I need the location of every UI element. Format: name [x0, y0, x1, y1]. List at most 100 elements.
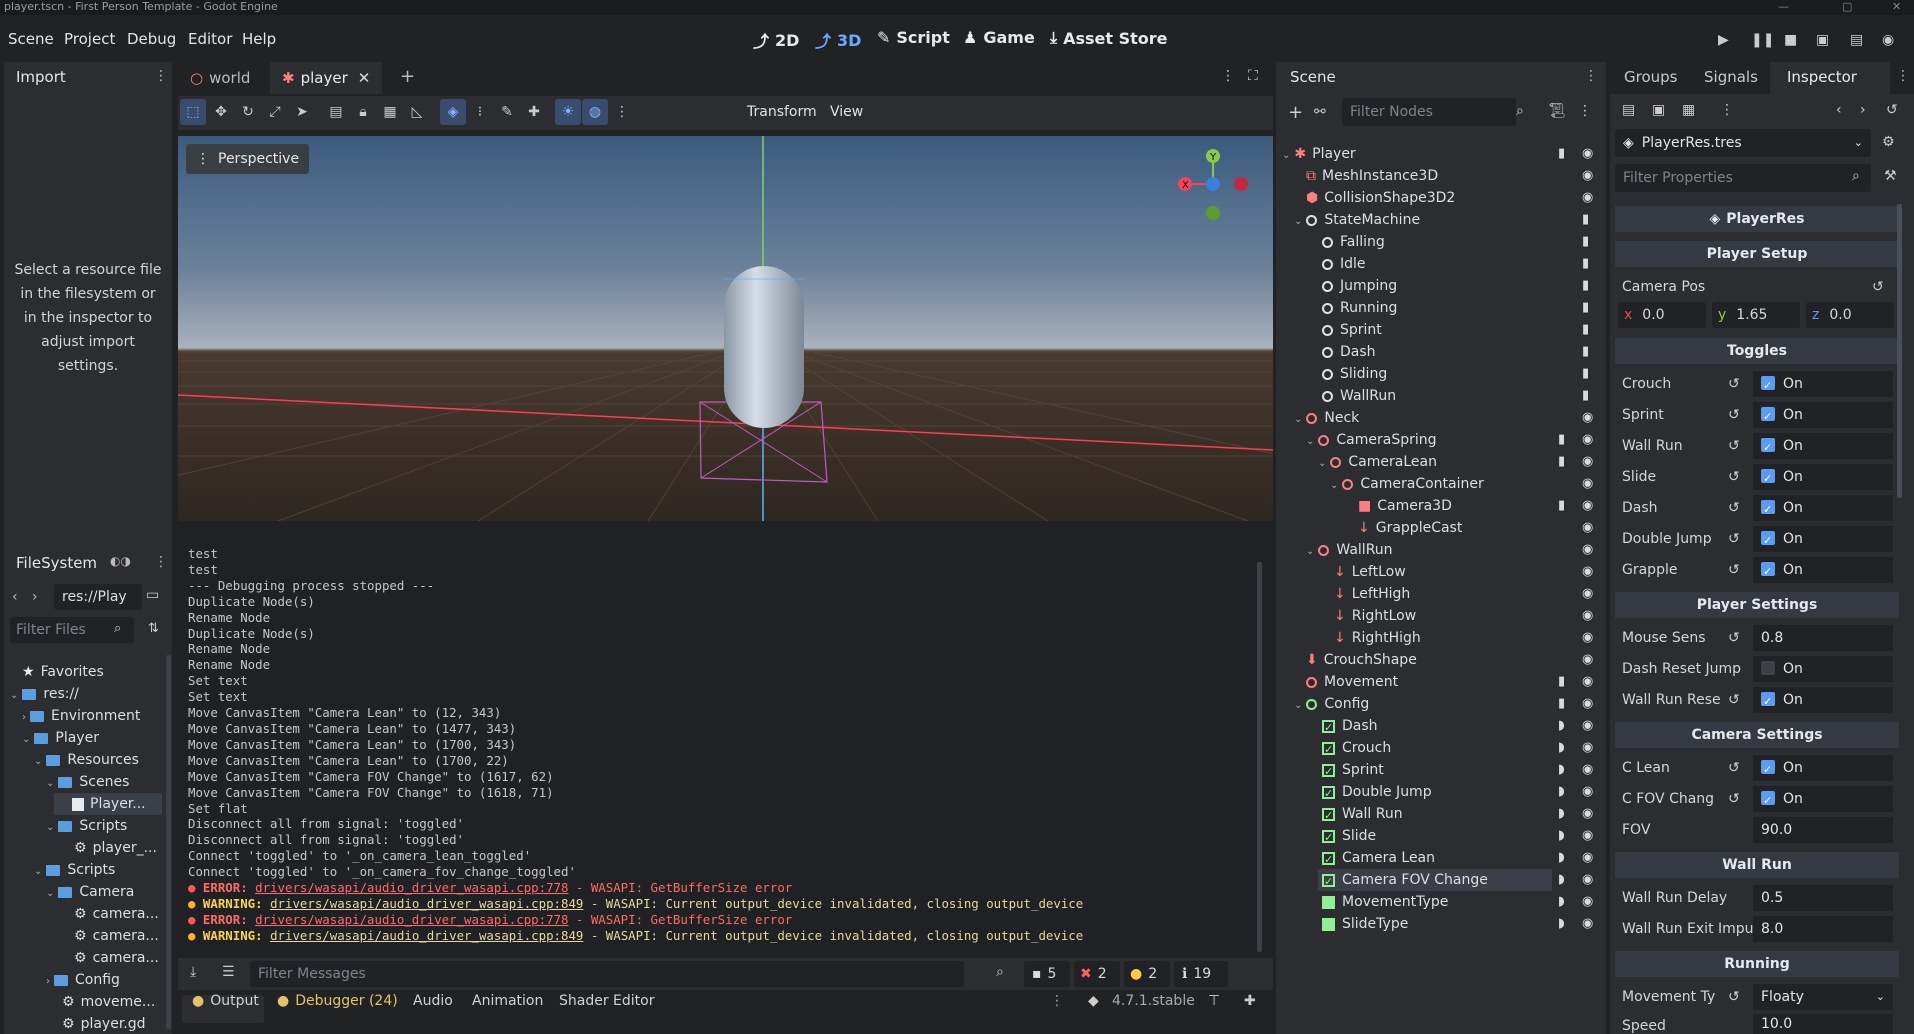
tree-node-running[interactable]: Running: [1322, 297, 1397, 319]
copy-output-icon[interactable]: ☰: [222, 964, 235, 980]
info-filter-toggle[interactable]: ℹ 19: [1174, 961, 1228, 987]
tree-node-movement[interactable]: Movement: [1306, 671, 1398, 693]
history-icon[interactable]: ↺: [1886, 102, 1898, 118]
fs-item-res[interactable]: ⌄ res://: [10, 683, 79, 705]
tree-node-config-slide[interactable]: Slide: [1322, 825, 1376, 849]
tree-node-crouchshape[interactable]: ⬇ CrouchShape: [1306, 649, 1417, 671]
script-icon[interactable]: ▮: [1558, 454, 1565, 469]
workspace-3d-button[interactable]: ⤴ 3D: [815, 28, 861, 52]
tree-node-config-dash[interactable]: Dash: [1322, 715, 1378, 739]
camera-pos-x-field[interactable]: x 0.0: [1618, 302, 1706, 328]
warnings-filter-toggle[interactable]: ● 2: [1124, 961, 1170, 987]
script-icon[interactable]: ▮: [1558, 498, 1565, 513]
visibility-eye-icon[interactable]: ◉: [1582, 564, 1593, 579]
more-icon[interactable]: ⋮: [609, 99, 635, 125]
close-icon[interactable]: ✕: [358, 69, 371, 87]
visibility-eye-icon[interactable]: ◉: [1582, 674, 1593, 689]
filesystem-path-field[interactable]: res://Play: [54, 584, 142, 610]
revert-icon[interactable]: ↺: [1728, 500, 1740, 516]
signal-icon[interactable]: ◗: [1558, 718, 1565, 733]
prop-doublejump-toggle[interactable]: On: [1753, 526, 1893, 554]
stop-icon[interactable]: ■: [1784, 32, 1797, 48]
script-icon[interactable]: ▮: [1582, 278, 1589, 293]
tab-shader-editor[interactable]: Shader Editor: [559, 993, 654, 1009]
new-resource-icon[interactable]: ▤: [1622, 102, 1635, 118]
fs-item-player-script[interactable]: ⚙ player_...: [74, 837, 157, 859]
open-folder-icon[interactable]: ▣: [1652, 102, 1665, 118]
fs-item-camera[interactable]: ⌄ Camera: [46, 881, 134, 903]
history-forward-icon[interactable]: ›: [1860, 102, 1866, 118]
visibility-eye-icon[interactable]: ◉: [1582, 850, 1593, 865]
tree-node-statemachine[interactable]: ⌄ StateMachine: [1294, 209, 1420, 231]
player-capsule[interactable]: [724, 266, 804, 428]
import-tab[interactable]: Import: [16, 68, 66, 86]
tree-node-jumping[interactable]: Jumping: [1322, 275, 1397, 297]
pin-icon[interactable]: ✚: [521, 99, 547, 125]
visibility-eye-icon[interactable]: ◉: [1582, 168, 1593, 183]
signal-icon[interactable]: ◗: [1558, 894, 1565, 909]
visibility-eye-icon[interactable]: ◉: [1582, 696, 1593, 711]
tree-node-dash[interactable]: Dash: [1322, 341, 1376, 363]
add-tab-icon[interactable]: +: [400, 66, 415, 87]
visibility-eye-icon[interactable]: ◉: [1582, 520, 1593, 535]
more-icon[interactable]: ⋮: [1578, 103, 1592, 119]
dock-menu-icon[interactable]: ⋮: [154, 554, 168, 570]
tab-player[interactable]: ✱ player ✕: [270, 62, 383, 94]
attach-script-icon[interactable]: 📜︎: [1548, 103, 1566, 119]
menu-project[interactable]: Project: [64, 30, 115, 48]
object-properties-icon[interactable]: ⚙: [1882, 134, 1895, 150]
environment-preview-icon[interactable]: ◍: [582, 99, 608, 125]
layout-icon[interactable]: ⊤: [1208, 993, 1220, 1009]
move-mode-icon[interactable]: ✥: [208, 99, 234, 125]
tree-node-config-slidetype[interactable]: SlideType: [1322, 913, 1408, 935]
group-icon[interactable]: ▦: [377, 99, 403, 125]
visibility-eye-icon[interactable]: ◉: [1582, 608, 1593, 623]
visibility-eye-icon[interactable]: ◉: [1582, 740, 1593, 755]
signal-icon[interactable]: ◗: [1558, 740, 1565, 755]
fs-item-favorites[interactable]: ★ Favorites: [22, 661, 104, 683]
revert-icon[interactable]: ↺: [1728, 469, 1740, 485]
tab-signals[interactable]: Signals: [1704, 68, 1758, 86]
dock-menu-icon[interactable]: ⋮: [1896, 68, 1910, 84]
fs-item-player[interactable]: ⌄ Player: [22, 727, 99, 749]
workspace-game-button[interactable]: ♟ Game: [963, 28, 1035, 47]
revert-icon[interactable]: ↺: [1728, 407, 1740, 423]
visibility-eye-icon[interactable]: ◉: [1582, 542, 1593, 557]
visibility-eye-icon[interactable]: ◉: [1582, 718, 1593, 733]
tree-node-rightlow[interactable]: ↓ RightLow: [1334, 605, 1416, 627]
tree-node-config-doublejump[interactable]: Double Jump: [1322, 781, 1432, 805]
fs-item-scripts-folder[interactable]: ⌄ Scripts: [34, 859, 115, 881]
visibility-eye-icon[interactable]: ◉: [1582, 828, 1593, 843]
workspace-script-button[interactable]: ✎ Script: [877, 28, 950, 47]
tree-node-player[interactable]: ⌄ ✱ Player: [1282, 143, 1356, 165]
select-mode-icon[interactable]: ⬚: [180, 99, 206, 125]
prop-dashreset-toggle[interactable]: On: [1753, 656, 1893, 682]
prop-mousesens-field[interactable]: 0.8: [1753, 625, 1893, 651]
revert-icon[interactable]: ↺: [1728, 531, 1740, 547]
visibility-eye-icon[interactable]: ◉: [1582, 476, 1593, 491]
script-icon[interactable]: ▮: [1582, 388, 1589, 403]
revert-icon[interactable]: ↺: [1728, 989, 1740, 1005]
errors-filter-toggle[interactable]: ✖ 2: [1074, 961, 1120, 987]
tab-groups[interactable]: Groups: [1624, 68, 1677, 86]
revert-icon[interactable]: ↺: [1728, 791, 1740, 807]
visibility-eye-icon[interactable]: ◉: [1582, 894, 1593, 909]
tree-node-idle[interactable]: Idle: [1322, 253, 1366, 275]
save-icon[interactable]: ▦: [1682, 102, 1695, 118]
back-icon[interactable]: ‹: [12, 589, 18, 605]
minimize-icon[interactable]: —: [1778, 0, 1789, 14]
prop-slide-toggle[interactable]: On: [1753, 464, 1893, 492]
workspace-assetstore-button[interactable]: ⤓ Asset Store: [1050, 28, 1167, 48]
fs-item-environment[interactable]: › Environment: [22, 705, 140, 727]
script-icon[interactable]: ▮: [1582, 234, 1589, 249]
filter-properties-input[interactable]: Filter Properties: [1615, 164, 1871, 192]
tab-debugger[interactable]: ● Debugger (24): [277, 993, 398, 1009]
visibility-eye-icon[interactable]: ◉: [1582, 762, 1593, 777]
tree-node-sliding[interactable]: Sliding: [1322, 363, 1387, 385]
prop-wallrunexit-field[interactable]: 8.0: [1753, 916, 1893, 942]
visibility-eye-icon[interactable]: ◉: [1582, 630, 1593, 645]
script-icon[interactable]: ▮: [1558, 146, 1565, 161]
visibility-eye-icon[interactable]: ◉: [1582, 652, 1593, 667]
filesystem-scrollbar[interactable]: [166, 655, 171, 1029]
play-custom-icon[interactable]: ▤: [1850, 32, 1863, 48]
